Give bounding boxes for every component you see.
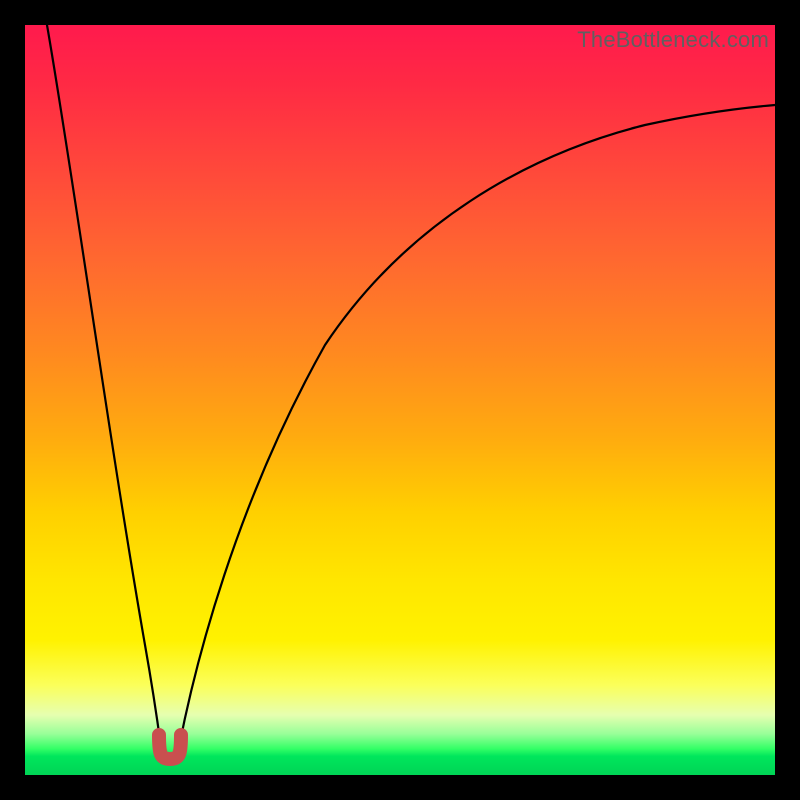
- curve-right-branch: [179, 105, 775, 747]
- min-marker: [159, 735, 181, 759]
- bottleneck-curve-svg: [25, 25, 775, 775]
- watermark-text: TheBottleneck.com: [577, 27, 769, 53]
- chart-frame: TheBottleneck.com: [25, 25, 775, 775]
- curve-left-branch: [47, 25, 161, 747]
